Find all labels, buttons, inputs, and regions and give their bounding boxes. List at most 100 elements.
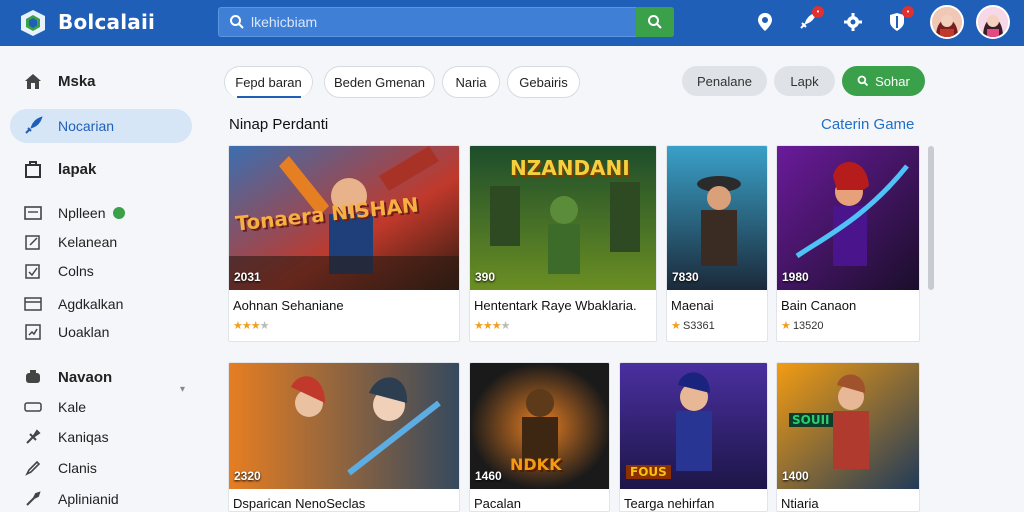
sidebar-item-uoaklan[interactable]: Uoaklan xyxy=(10,315,192,349)
sohar-button[interactable]: Sohar xyxy=(842,66,925,96)
search-icon xyxy=(648,15,662,29)
game-thumbnail xyxy=(777,146,919,290)
sidebar-item-nocarian[interactable]: Nocarian xyxy=(10,109,192,143)
game-thumbnail: Tonaera NISHAN xyxy=(229,146,459,290)
star-rating-icon: ★★★★ xyxy=(233,320,269,332)
gear-icon xyxy=(844,13,862,31)
notification-badge: • xyxy=(902,6,914,18)
sidebar-item-colns[interactable]: Colns xyxy=(10,254,192,288)
game-title: Ntiaria xyxy=(781,496,819,511)
app-logo[interactable] xyxy=(18,8,48,38)
game-card[interactable]: Tonaera NISHAN 2031 Aohnan Sehaniane ★★★… xyxy=(228,145,460,342)
sidebar-item-kale[interactable]: Kale xyxy=(10,390,192,424)
game-card[interactable]: NDKK 1460 Pacalan xyxy=(469,362,610,512)
sidebar-item-label: Kale xyxy=(58,399,87,415)
search-icon xyxy=(857,75,869,87)
home-icon xyxy=(22,70,44,92)
game-title: Dsparican NenoSeclas xyxy=(233,496,366,511)
player-count: 1980 xyxy=(782,270,809,284)
location-button[interactable] xyxy=(752,9,778,35)
player-count: 7830 xyxy=(672,270,699,284)
sidebar-item-label: Kelanean xyxy=(58,234,118,250)
tab-fepd-baran[interactable]: Fepd baran xyxy=(224,66,313,98)
edit-icon xyxy=(22,231,44,253)
game-card[interactable]: NZANDANI 390 Hententark Raye Wbaklaria. … xyxy=(469,145,657,342)
game-title: Tearga nehirfan xyxy=(624,496,715,511)
avatar[interactable] xyxy=(930,5,964,39)
tab-naria[interactable]: Naria xyxy=(442,66,500,98)
status-dot xyxy=(113,207,126,219)
game-title: Aohnan Sehaniane xyxy=(233,298,344,313)
pen-icon xyxy=(22,457,44,479)
location-pin-icon xyxy=(758,13,772,31)
search-input[interactable] xyxy=(251,12,631,32)
sidebar-item-label: Nocarian xyxy=(58,118,115,134)
checklist-icon xyxy=(22,260,44,282)
rating-count: 13520 xyxy=(792,320,824,332)
brand-name[interactable]: Bolcalaii xyxy=(58,10,155,34)
player-count: 1400 xyxy=(782,469,809,483)
card-icon xyxy=(22,293,44,315)
game-rating: ★ 13520 xyxy=(781,319,824,332)
game-thumbnail xyxy=(667,146,767,290)
settings-button[interactable] xyxy=(840,9,866,35)
player-count: 1460 xyxy=(475,469,502,483)
game-card[interactable]: SOUII 1400 Ntiaria xyxy=(776,362,920,512)
game-art-text: NDKK xyxy=(510,455,562,474)
notification-badge: • xyxy=(812,6,824,18)
rating-count: S3361 xyxy=(682,320,715,332)
tablet-icon xyxy=(22,202,44,224)
star-rating-icon: ★ xyxy=(781,320,791,332)
shield-button[interactable]: • xyxy=(884,6,914,35)
sidebar-item-label: Nplleen xyxy=(58,205,106,221)
game-art-text: SOUII xyxy=(789,413,833,427)
game-title: Maenai xyxy=(671,298,714,313)
bag-icon xyxy=(22,158,44,180)
rocket-button[interactable]: • xyxy=(794,6,824,35)
search-icon xyxy=(230,15,244,29)
rocket-icon xyxy=(22,115,44,137)
game-thumbnail xyxy=(229,363,459,489)
search-bar[interactable] xyxy=(218,7,674,37)
chart-icon xyxy=(22,321,44,343)
sidebar-item-clanis[interactable]: Clanis xyxy=(10,451,192,485)
game-card[interactable]: 7830 Maenai ★ S3361 xyxy=(666,145,768,342)
sidebar-item-label: Colns xyxy=(58,263,94,279)
sidebar-item-label: Navaon xyxy=(58,368,113,386)
game-thumbnail: NZANDANI xyxy=(470,146,656,290)
sidebar-item-home[interactable]: Mska xyxy=(10,64,192,98)
lapk-button[interactable]: Lapk xyxy=(774,66,835,96)
avatar-face-icon xyxy=(932,7,962,37)
top-bar: Bolcalaii • xyxy=(0,0,1024,46)
player-count: 390 xyxy=(475,270,496,284)
game-title: Hententark Raye Wbaklaria. xyxy=(474,298,637,313)
game-rating: ★★★★ xyxy=(474,319,510,332)
sidebar-item-label: Kaniqas xyxy=(58,429,109,445)
game-title: Bain Canaon xyxy=(781,298,857,313)
tab-gebairis[interactable]: Gebairis xyxy=(507,66,580,98)
tab-beden-gmenan[interactable]: Beden Gmenan xyxy=(324,66,435,98)
sidebar-item-label: lapak xyxy=(58,160,97,178)
sidebar: Mska Nocarian lapak Nplleen Kelanean Col… xyxy=(0,46,200,512)
sidebar-item-kaniqas[interactable]: Kaniqas xyxy=(10,420,192,454)
penalane-button[interactable]: Penalane xyxy=(682,66,767,96)
sidebar-item-label: Mska xyxy=(58,72,96,90)
game-title: Pacalan xyxy=(474,496,521,511)
game-art-text: FOUS xyxy=(626,465,671,479)
rectangle-icon xyxy=(22,396,44,418)
game-rating: ★ S3361 xyxy=(671,319,715,332)
scrollbar[interactable] xyxy=(928,146,934,290)
avatar[interactable] xyxy=(976,5,1010,39)
sidebar-item-lapak[interactable]: lapak xyxy=(10,152,192,186)
sidebar-item-aplinianid[interactable]: Aplinianid xyxy=(10,482,192,512)
search-button[interactable] xyxy=(636,7,674,37)
game-card[interactable]: FOUS Tearga nehirfan xyxy=(619,362,768,512)
avatar-face-icon xyxy=(978,7,1008,37)
sidebar-item-navaon[interactable]: Navaon xyxy=(10,360,192,394)
wrench-icon xyxy=(22,488,44,510)
game-card[interactable]: 2320 Dsparican NenoSeclas xyxy=(228,362,460,512)
section-link[interactable]: Caterin Game xyxy=(821,116,914,133)
sidebar-item-label: Clanis xyxy=(58,460,97,476)
player-count: 2031 xyxy=(234,270,261,284)
game-card[interactable]: 1980 Bain Canaon ★ 13520 xyxy=(776,145,920,342)
